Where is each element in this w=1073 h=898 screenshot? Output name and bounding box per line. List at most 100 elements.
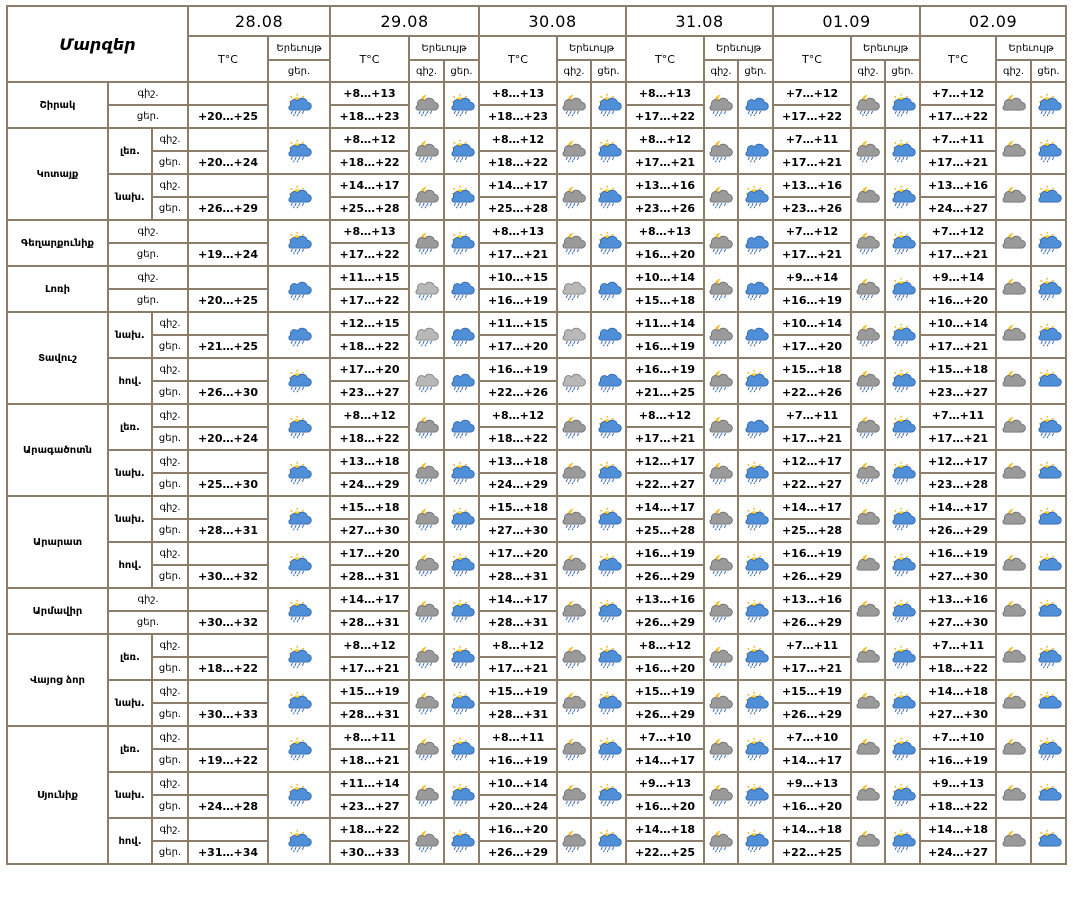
sun-cloud-rain-icon — [1033, 230, 1064, 256]
temperature-cell: +9…+14 — [919, 265, 997, 290]
sun-cloud-rain-icon — [593, 598, 624, 624]
temperature-cell: +8…+13 — [329, 219, 410, 244]
temperature-cell: +12…+15 — [329, 311, 410, 336]
moon-cloud-rain-icon — [559, 230, 589, 256]
moon-cloud-rain-icon — [853, 230, 883, 256]
night-label: գիշ. — [151, 817, 189, 842]
temperature-cell: +21…+25 — [625, 380, 705, 405]
weather-cell — [703, 127, 739, 175]
cloud-rain-icon — [593, 368, 624, 394]
temperature-cell: +26…+29 — [478, 840, 558, 865]
temperature-cell: +8…+13 — [478, 81, 558, 106]
zone-label: նախ. — [107, 771, 153, 819]
temperature-cell: +8…+13 — [625, 219, 705, 244]
temperature-cell: +7…+10 — [772, 725, 852, 750]
temperature-cell: +19…+22 — [187, 748, 269, 773]
day-subheader: ցեր. — [1030, 59, 1067, 83]
temperature-cell — [187, 449, 269, 474]
temperature-cell: +18…+22 — [329, 334, 410, 359]
moon-cloud-icon — [998, 230, 1029, 256]
sun-cloud-rain-icon — [887, 230, 918, 256]
moon-cloud-icon — [853, 828, 883, 854]
weather-cell — [737, 403, 774, 451]
temperature-cell: +26…+29 — [772, 610, 852, 635]
weather-cell — [1030, 173, 1067, 221]
table-row: նախ. գիշ. +11…+14 +10…+14 +9…+13 +9…+13 +9…+13 — [7, 771, 1067, 819]
temperature-cell: +17…+21 — [772, 150, 852, 175]
temperature-cell: +10…+14 — [919, 311, 997, 336]
zone-label: լեռ. — [107, 633, 153, 681]
weather-cell — [703, 403, 739, 451]
temperature-cell: +7…+12 — [919, 81, 997, 106]
weather-cell — [443, 219, 480, 267]
weather-cell — [590, 357, 627, 405]
weather-cell — [884, 679, 921, 727]
temperature-cell: +17…+21 — [772, 426, 852, 451]
weather-cell — [267, 265, 331, 313]
temperature-cell: +17…+20 — [329, 541, 410, 566]
weather-cell — [267, 173, 331, 221]
night-label: գիշ. — [151, 311, 189, 336]
sun-cloud-rain-icon — [740, 460, 771, 486]
temperature-cell: +20…+24 — [187, 150, 269, 175]
temperature-cell: +26…+29 — [625, 702, 705, 727]
weather-cell — [556, 541, 592, 589]
sun-cloud-rain-icon — [593, 230, 624, 256]
regions-header: Մարզեր — [6, 5, 189, 83]
weather-cell — [995, 725, 1032, 773]
weather-cell — [408, 127, 445, 175]
temperature-cell — [187, 357, 269, 382]
moon-cloud-rain-icon — [853, 322, 883, 348]
temperature-cell: +18…+23 — [478, 104, 558, 129]
sun-cloud-rain-icon — [887, 414, 918, 440]
night-label: գիշ. — [151, 495, 189, 520]
table-row: նախ. գիշ. +13…+18 +13…+18 +12…+17 +12…+17 +12…… — [7, 449, 1067, 497]
zone-label: նախ. — [107, 449, 153, 497]
temperature-cell: +17…+21 — [478, 242, 558, 267]
cloud-rain-icon — [740, 414, 771, 440]
weather-cell — [995, 403, 1032, 451]
weather-cell — [443, 817, 480, 865]
region-name: Շիրակ — [6, 81, 109, 129]
temperature-cell: +7…+10 — [625, 725, 705, 750]
weather-cell — [995, 219, 1032, 267]
table-row: Արարատ նախ. գիշ. +15…+18 +15…+18 +14…+17 +14…+… — [6, 495, 1067, 589]
table-row: Կոտայք լեռ. գիշ. +8…+12 +8…+12 +8…+12 +7…+11 +7… — [6, 127, 1067, 221]
temperature-cell: +14…+17 — [625, 495, 705, 520]
day-label: ցեր. — [151, 656, 189, 681]
temperature-cell: +22…+27 — [625, 472, 705, 497]
sun-cloud-rain-icon — [740, 598, 771, 624]
temperature-cell — [187, 81, 269, 106]
moon-cloud-rain-icon — [706, 92, 736, 118]
date-header: 30.08 — [478, 5, 627, 37]
forecast-table: Մարզեր 28.08 29.08 30.08 31.08 01.09 02.09 T°C Ե… — [6, 5, 1067, 865]
night-label: գիշ. — [107, 81, 189, 106]
weather-cell — [408, 81, 445, 129]
temperature-cell: +17…+20 — [329, 357, 410, 382]
weather-cell — [556, 127, 592, 175]
table-row: Տավուշ նախ. գիշ. +12…+15 +11…+15 +11…+14 +10…+… — [6, 311, 1067, 405]
cloud-rain-icon — [270, 322, 328, 348]
weather-cell — [267, 403, 331, 451]
moon-cloud-rain-icon — [411, 598, 442, 624]
temperature-cell: +18…+22 — [478, 426, 558, 451]
temperature-cell: +18…+21 — [329, 748, 410, 773]
temperature-cell: +18…+22 — [478, 150, 558, 175]
temperature-cell: +17…+21 — [919, 334, 997, 359]
weather-cell — [1030, 357, 1067, 405]
table-row: հով. գիշ. +17…+20 +17…+20 +16…+19 +16…+19 +16…… — [7, 541, 1067, 589]
temperature-cell: +13…+16 — [625, 173, 705, 198]
temperature-cell: +18…+22 — [919, 656, 997, 681]
day-subheader: ցեր. — [443, 59, 480, 83]
temperature-cell: +28…+31 — [187, 518, 269, 543]
sun-cloud-rain-icon — [593, 414, 624, 440]
night-subheader: գիշ. — [850, 59, 886, 83]
sun-cloud-rain-icon — [593, 460, 624, 486]
moon-cloud-rain-icon — [706, 644, 736, 670]
weather-cell — [1030, 587, 1067, 635]
day-label: ցեր. — [107, 610, 189, 635]
temperature-cell: +15…+19 — [329, 679, 410, 704]
sun-cloud-rain-icon — [740, 184, 771, 210]
weather-cell — [443, 587, 480, 635]
grey-cloud-rain-icon — [411, 276, 442, 302]
